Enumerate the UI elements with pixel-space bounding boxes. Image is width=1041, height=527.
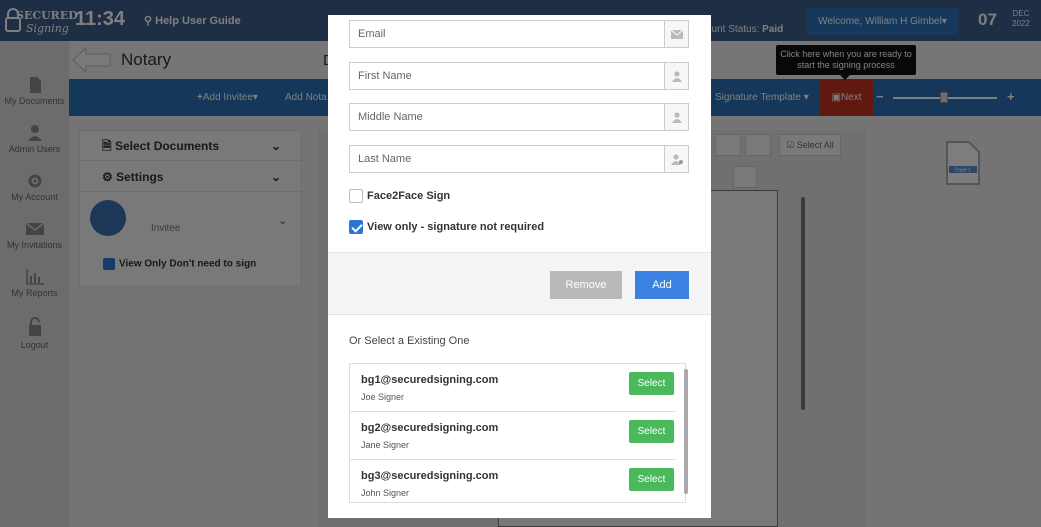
face2face-checkbox[interactable]: Face2Face Sign [349,189,450,203]
user-icon [664,104,688,130]
list-scrollbar[interactable] [684,369,688,494]
invitee-email: bg3@securedsigning.com [361,470,499,482]
face2face-label: Face2Face Sign [367,189,451,202]
select-button[interactable]: Select [629,372,674,395]
user-icon [664,63,688,89]
email-input[interactable] [350,21,665,47]
middle-name-field[interactable] [349,103,689,131]
list-item: bg1@securedsigning.com Joe Signer Select [350,364,676,412]
invitee-name: Joe Signer [361,392,405,402]
view-only-checkbox[interactable]: View only - signature not required [349,220,544,234]
middle-name-input[interactable] [350,104,665,130]
add-button[interactable]: Add [635,271,689,299]
invitee-email: bg1@securedsigning.com [361,374,499,386]
existing-invitees-list: bg1@securedsigning.com Joe Signer Select… [349,363,686,503]
last-name-field[interactable] [349,145,689,173]
envelope-icon [664,21,688,47]
last-name-input[interactable] [350,146,665,172]
checkbox-unchecked-icon[interactable] [349,189,363,203]
select-button[interactable]: Select [629,468,674,491]
first-name-field[interactable] [349,62,689,90]
invitee-email: bg2@securedsigning.com [361,422,499,434]
checkbox-checked-icon[interactable] [349,220,363,234]
list-item: bg2@securedsigning.com Jane Signer Selec… [350,412,676,460]
invitee-name: Jane Signer [361,440,410,450]
add-invitee-dialog: Face2Face Sign View only - signature not… [328,15,711,518]
existing-invitees-heading: Or Select a Existing One [349,335,470,347]
remove-button[interactable]: Remove [550,271,622,299]
select-button[interactable]: Select [629,420,674,443]
view-only-label: View only - signature not required [367,220,545,233]
first-name-input[interactable] [350,63,665,89]
list-item: bg3@securedsigning.com John Signer Selec… [350,460,676,502]
invitee-name: John Signer [361,488,410,498]
email-field[interactable] [349,20,689,48]
dialog-actions: Remove Add [328,252,711,315]
user-badge-icon [664,146,688,172]
